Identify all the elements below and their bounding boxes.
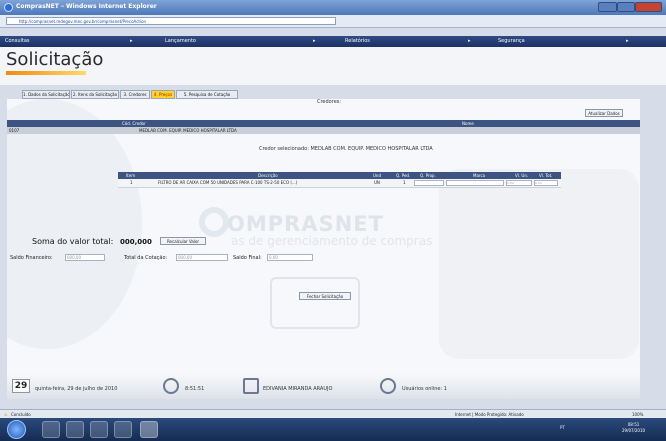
col-vl-un: Vl. Un. <box>515 173 529 178</box>
table-row: 1 FILTRO DE AR CAIXA COM 50 UNIDADES PAR… <box>118 179 561 188</box>
clock-date: 29/07/2010 <box>622 428 646 433</box>
url-field[interactable]: http://comprasnet.redegov.mec.gov.br/com… <box>6 17 336 25</box>
menu-relatorios[interactable]: Relatórios <box>345 38 370 44</box>
menu-seguranca[interactable]: Segurança <box>498 38 525 44</box>
brand-input[interactable] <box>446 180 504 186</box>
total-cotacao-label: Total da Cotação: <box>124 255 168 261</box>
footer-time: 8:51:51 <box>185 386 205 392</box>
menu-lancamento[interactable]: Lançamento <box>165 38 196 44</box>
saldo-financeiro-label: Saldo Financeiro: <box>10 255 53 261</box>
watermark-subtitle: as de gerenciamento de compras <box>231 234 433 248</box>
clock-icon <box>163 378 179 394</box>
menu-arrow-4: ▸ <box>626 38 629 44</box>
shopping-cart-icon <box>270 277 360 329</box>
system-clock[interactable]: 08:51 29/07/2010 <box>622 422 645 434</box>
menu-arrow-2: ▸ <box>313 38 316 44</box>
total-sum-label: Soma do valor total: <box>32 237 114 246</box>
credores-table-header: Cód. Credor Nome <box>7 120 640 127</box>
credores-label: Credores: <box>317 99 342 105</box>
update-data-button[interactable]: Atualizar Dados <box>585 109 623 117</box>
total-cotacao-field: 000,00 <box>176 254 228 261</box>
saldo-final-field: 0,00 <box>267 254 313 261</box>
comprasnet-logo-icon <box>199 207 229 237</box>
item-qty-requested: 1 <box>403 180 406 185</box>
footer-online: Usuários online: 1 <box>402 386 447 392</box>
menu-arrow-1: ▸ <box>130 38 133 44</box>
window-titlebar: ComprasNET – Windows Internet Explorer <box>0 0 666 15</box>
address-bar: http://comprasnet.redegov.mec.gov.br/com… <box>0 15 666 28</box>
item-number: 1 <box>130 180 133 185</box>
credor-code: 0107 <box>9 128 20 133</box>
tab-pesquisa[interactable]: 5. Pesquisa de Cotação <box>176 90 238 99</box>
internet-explorer-icon <box>4 3 13 12</box>
language-indicator[interactable]: PT <box>560 425 565 430</box>
folder-taskbar-icon[interactable] <box>66 421 84 438</box>
background-shape <box>7 99 142 349</box>
tab-itens[interactable]: 2. Itens da Solicitação <box>71 90 119 99</box>
col-nome: Nome <box>462 121 474 126</box>
page-title: Solicitação <box>6 49 104 70</box>
col-descricao: Descrição <box>258 173 278 178</box>
footer-user: EDIVANIA MIRANDA ARAUJO <box>263 386 333 392</box>
main-menu: Consultas ▸ Lançamento ▸ Relatórios ▸ Se… <box>0 36 666 47</box>
item-unit: UN <box>374 180 380 185</box>
close-window-button[interactable] <box>635 2 662 12</box>
watermark-brand: OMPRASNET <box>227 212 384 236</box>
page-header: Solicitação <box>0 47 666 85</box>
status-footer: 29 quinta-feira, 29 de julho de 2010 8:5… <box>7 375 640 399</box>
window-title: ComprasNET – Windows Internet Explorer <box>16 3 157 10</box>
close-request-button[interactable]: Fechar Solicitação <box>299 292 351 300</box>
windows-taskbar: PT 08:51 29/07/2010 <box>0 418 666 441</box>
app-taskbar-icon[interactable] <box>114 421 132 438</box>
total-sum-value: 000,000 <box>120 238 152 246</box>
recalculate-button[interactable]: Recalcular Valor <box>160 237 206 245</box>
window-controls <box>598 2 662 12</box>
media-taskbar-icon[interactable] <box>90 421 108 438</box>
items-table-header: Item Descrição Und Q. Ped. Q. Prop. Marc… <box>118 172 561 179</box>
saldo-final-label: Saldo Final: <box>233 255 262 261</box>
selected-creditor: Credor selecionado: MEDLAB COM. EQUIP. M… <box>259 146 433 152</box>
minimize-button[interactable] <box>598 2 617 12</box>
users-online-icon <box>380 378 396 394</box>
total-price-field: 0,00 <box>534 180 558 186</box>
credor-name: MEDLAB COM. EQUIP. MEDICO HOSPITALAR LTD… <box>139 128 237 133</box>
calendar-day: 29 <box>12 379 30 393</box>
user-icon <box>243 378 259 394</box>
browser-window-taskbar-button[interactable] <box>140 421 158 438</box>
col-q-ped: Q. Ped. <box>396 173 411 178</box>
title-underline <box>6 71 86 75</box>
ie-taskbar-icon[interactable] <box>42 421 60 438</box>
menu-consultas[interactable]: Consultas <box>5 38 30 44</box>
tab-credores[interactable]: 3. Credores <box>120 90 150 99</box>
saldo-financeiro-field: 000,00 <box>65 254 105 261</box>
start-button[interactable] <box>7 420 26 439</box>
col-item: Item <box>126 173 136 178</box>
url-text: http://comprasnet.redegov.mec.gov.br/com… <box>19 19 147 24</box>
tab-precos[interactable]: 4. Preços <box>151 90 175 99</box>
item-description: FILTRO DE AR CAIXA COM 50 UNIDADES PARA … <box>158 180 298 185</box>
table-row[interactable]: 0107 MEDLAB COM. EQUIP. MEDICO HOSPITALA… <box>7 127 640 134</box>
col-q-prop: Q. Prop. <box>420 173 436 178</box>
background-photo <box>439 169 639 359</box>
qty-proposed-input[interactable] <box>414 180 444 186</box>
footer-date: quinta-feira, 29 de julho de 2010 <box>35 386 118 392</box>
tab-dados[interactable]: 1. Dados da Solicitação <box>22 90 70 99</box>
menu-arrow-3: ▸ <box>468 38 471 44</box>
unit-price-input[interactable]: 0,00 <box>506 180 532 186</box>
col-marca: Marca <box>473 173 486 178</box>
col-und: Und <box>373 173 382 178</box>
col-vl-tot: Vl. Tot. <box>539 173 553 178</box>
col-cod-credor: Cód. Credor <box>122 121 146 126</box>
maximize-button[interactable] <box>617 2 635 12</box>
content-panel: OMPRASNET as de gerenciamento de compras… <box>7 99 640 375</box>
